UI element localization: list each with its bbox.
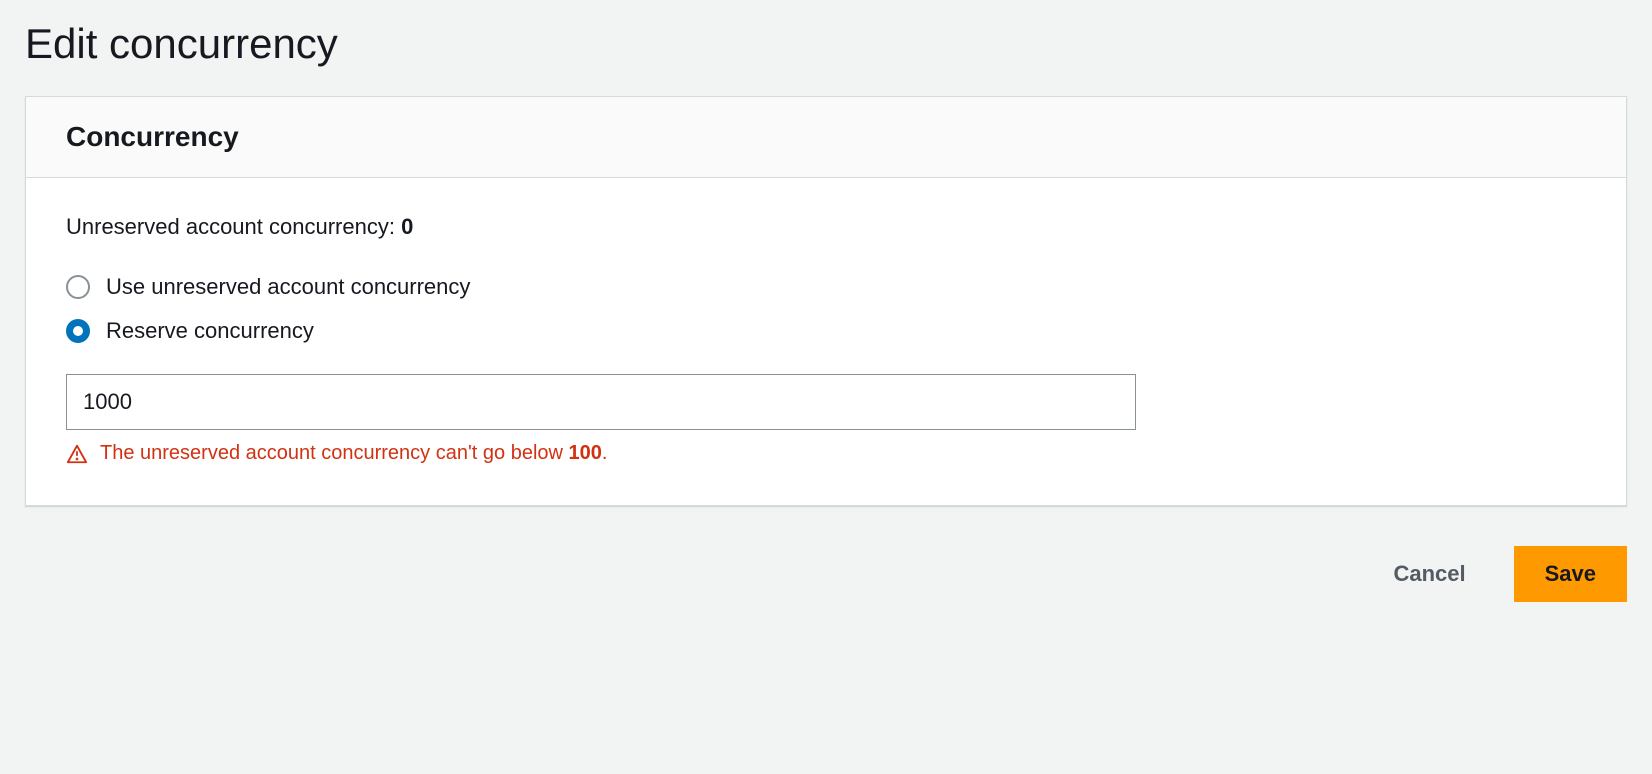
unreserved-concurrency-value: 0 xyxy=(401,214,413,239)
error-limit: 100 xyxy=(569,442,602,464)
save-button[interactable]: Save xyxy=(1514,546,1627,602)
panel-header: Concurrency xyxy=(26,97,1626,178)
warning-icon xyxy=(66,443,88,465)
page-title: Edit concurrency xyxy=(25,20,1627,68)
concurrency-radio-group: Use unreserved account concurrency Reser… xyxy=(66,274,1586,344)
panel-body: Unreserved account concurrency: 0 Use un… xyxy=(26,178,1626,505)
unreserved-concurrency-label: Unreserved account concurrency: xyxy=(66,214,401,239)
error-message: The unreserved account concurrency can't… xyxy=(66,442,1586,465)
button-row: Cancel Save xyxy=(25,546,1627,602)
radio-icon xyxy=(66,275,90,299)
radio-icon xyxy=(66,319,90,343)
radio-use-unreserved-label: Use unreserved account concurrency xyxy=(106,274,470,300)
unreserved-concurrency-row: Unreserved account concurrency: 0 xyxy=(66,214,1586,240)
concurrency-panel: Concurrency Unreserved account concurren… xyxy=(25,96,1627,506)
error-prefix: The unreserved account concurrency can't… xyxy=(100,442,569,464)
error-text: The unreserved account concurrency can't… xyxy=(100,442,607,465)
error-suffix: . xyxy=(602,442,608,464)
cancel-button[interactable]: Cancel xyxy=(1363,546,1495,602)
radio-use-unreserved[interactable]: Use unreserved account concurrency xyxy=(66,274,1586,300)
reserve-concurrency-input[interactable] xyxy=(66,374,1136,430)
radio-reserve-label: Reserve concurrency xyxy=(106,318,314,344)
panel-header-title: Concurrency xyxy=(66,121,1586,153)
radio-reserve[interactable]: Reserve concurrency xyxy=(66,318,1586,344)
